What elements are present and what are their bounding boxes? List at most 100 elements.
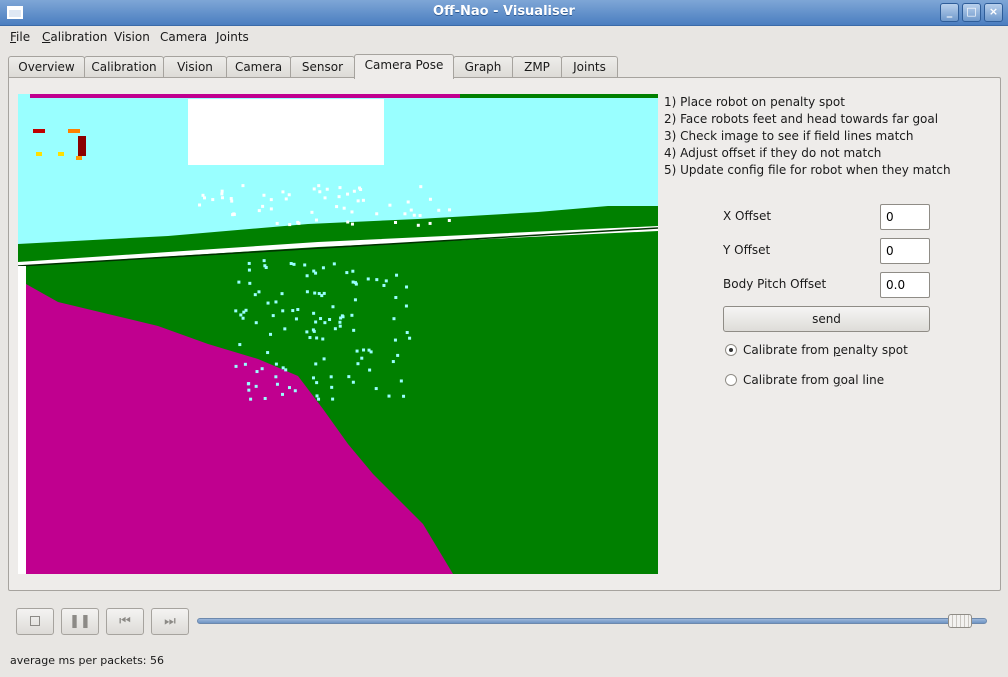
instruction-step-3: 3) Check image to see if field lines mat… <box>664 129 914 143</box>
noise-speckle <box>275 382 279 386</box>
noise-speckle <box>203 196 207 200</box>
menu-file-label: ile <box>16 30 31 44</box>
noise-speckle <box>241 184 245 188</box>
tab-joints[interactable]: Joints <box>561 56 618 78</box>
noise-speckle <box>253 293 257 297</box>
noise-speckle <box>355 349 359 353</box>
menu-joints[interactable]: Joints <box>216 30 249 44</box>
radio-unchecked-icon[interactable] <box>725 374 737 386</box>
noise-speckle <box>281 392 285 396</box>
noise-speckle <box>318 190 322 194</box>
stop-icon <box>30 616 40 626</box>
tab-camera[interactable]: Camera <box>226 56 291 78</box>
noise-speckle <box>367 348 371 352</box>
status-text: average ms per packets: 56 <box>10 654 164 667</box>
noise-speckle <box>248 281 252 285</box>
skip-back-icon: ⏮ <box>119 614 131 629</box>
noise-speckle <box>338 320 342 324</box>
noise-speckle <box>296 220 300 224</box>
body-pitch-offset-input[interactable] <box>880 272 930 298</box>
noise-speckle <box>402 394 406 398</box>
instruction-step-5: 5) Update config file for robot when the… <box>664 163 951 177</box>
menu-camera[interactable]: Camera <box>160 30 207 44</box>
noise-speckle <box>408 336 412 340</box>
noise-speckle <box>254 384 258 388</box>
menu-vision[interactable]: Vision <box>114 30 150 44</box>
noise-speckle <box>314 320 318 324</box>
pause-button[interactable]: ❚❚ <box>61 608 99 635</box>
noise-speckle <box>399 379 403 383</box>
top-green-strip <box>460 94 658 98</box>
calibration-instructions: 1) Place robot on penalty spot 2) Face r… <box>664 94 951 179</box>
radio-goal-label-start: Calibrate from <box>743 373 833 387</box>
skip-forward-button[interactable]: ⏭ <box>151 608 189 635</box>
skip-back-button[interactable]: ⏮ <box>106 608 144 635</box>
noise-speckle <box>289 262 293 266</box>
noise-speckle <box>266 301 270 305</box>
noise-speckle <box>447 218 451 222</box>
noise-speckle <box>437 208 441 212</box>
noise-speckle <box>274 375 278 379</box>
close-icon[interactable]: × <box>984 3 1003 22</box>
send-button[interactable]: send <box>723 306 930 332</box>
noise-speckle <box>291 309 295 313</box>
noise-speckle <box>317 397 321 401</box>
noise-speckle <box>294 317 298 321</box>
noise-speckle <box>403 212 407 216</box>
camera-image-canvas <box>18 94 658 574</box>
noise-speckle <box>308 336 312 340</box>
noise-speckle <box>392 317 396 321</box>
noise-speckle <box>234 364 238 368</box>
noise-speckle <box>239 313 243 317</box>
menu-calibration[interactable]: Calibration <box>42 30 107 44</box>
menu-file[interactable]: File <box>10 30 30 44</box>
tab-graph[interactable]: Graph <box>453 56 513 78</box>
noise-speckle <box>321 337 325 341</box>
noise-speckle <box>345 271 349 275</box>
playback-slider-handle[interactable] <box>947 614 972 628</box>
radio-calibrate-penalty-spot[interactable]: Calibrate from penalty spot <box>725 343 908 357</box>
maximize-icon[interactable]: □ <box>962 3 981 22</box>
noise-speckle <box>261 204 265 208</box>
noise-speckle <box>325 187 329 191</box>
noise-speckle <box>360 356 364 360</box>
stop-button[interactable] <box>16 608 54 635</box>
playback-slider[interactable] <box>197 618 987 624</box>
noise-speckle <box>396 353 400 357</box>
noise-speckle <box>393 338 397 342</box>
x-offset-input[interactable] <box>880 204 930 230</box>
radio-goal-label-end: oal line <box>840 373 885 387</box>
noise-speckle <box>412 213 416 217</box>
noise-speckle <box>284 197 288 201</box>
tab-sensor[interactable]: Sensor <box>290 56 355 78</box>
skip-forward-icon: ⏭ <box>164 614 176 629</box>
noise-speckle <box>292 262 296 266</box>
tab-vision[interactable]: Vision <box>163 56 227 78</box>
noise-speckle <box>220 196 224 200</box>
radio-calibrate-goal-line[interactable]: Calibrate from goal line <box>725 373 884 387</box>
top-magenta-strip <box>30 94 460 98</box>
noise-speckle <box>247 268 251 272</box>
noise-speckle <box>353 298 357 302</box>
noise-speckle <box>249 397 253 401</box>
noise-speckle <box>428 221 432 225</box>
tab-overview[interactable]: Overview <box>8 56 85 78</box>
noise-speckle <box>293 389 297 393</box>
tab-zmp[interactable]: ZMP <box>512 56 562 78</box>
noise-speckle <box>198 203 202 207</box>
minimize-icon[interactable]: _ <box>940 3 959 22</box>
noise-speckle <box>262 259 266 263</box>
noise-speckle <box>230 199 234 203</box>
noise-speckle <box>391 360 395 364</box>
noise-speckle <box>263 396 267 400</box>
noise-speckle <box>243 362 247 366</box>
noise-speckle <box>269 207 273 211</box>
noise-speckle <box>406 200 410 204</box>
camera-image[interactable] <box>18 94 658 574</box>
tab-camera-pose[interactable]: Camera Pose <box>354 54 454 79</box>
radio-checked-icon[interactable] <box>725 344 737 356</box>
y-offset-input[interactable] <box>880 238 930 264</box>
window-title: Off-Nao - Visualiser <box>433 4 575 19</box>
tab-calibration[interactable]: Calibration <box>84 56 164 78</box>
noise-speckle <box>388 203 392 207</box>
